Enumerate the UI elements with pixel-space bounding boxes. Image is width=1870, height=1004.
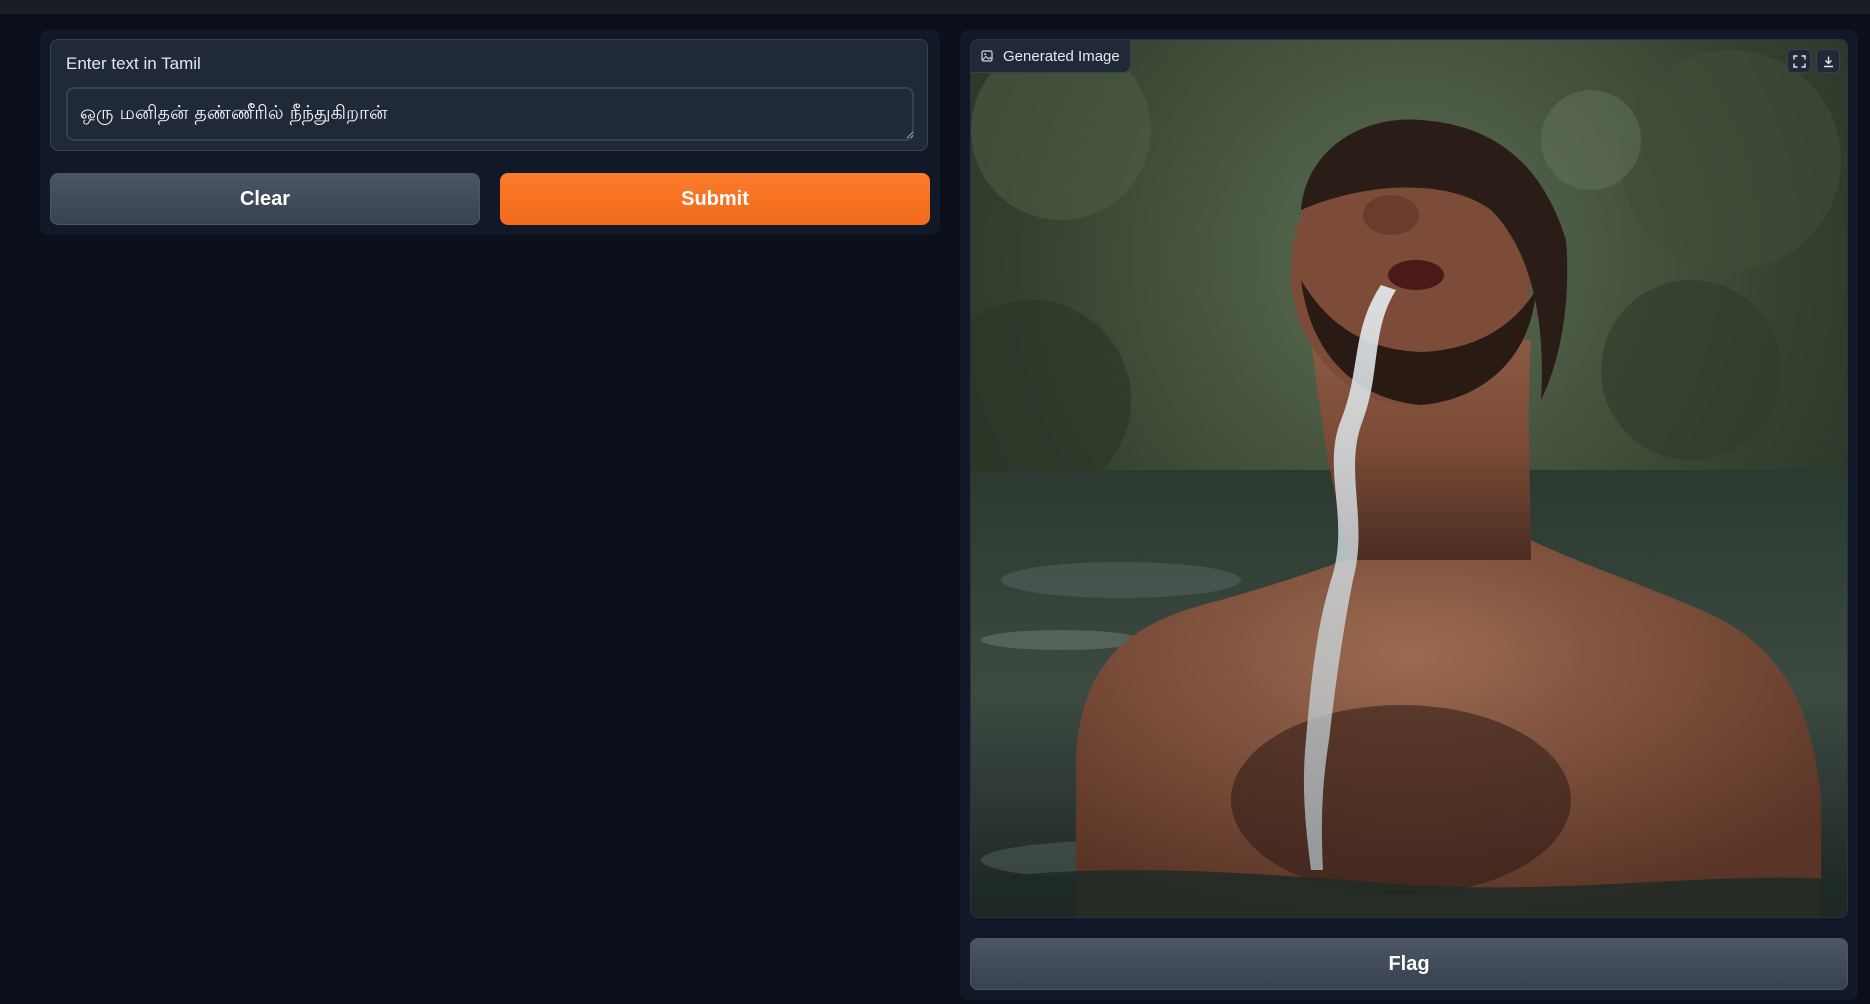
submit-button[interactable]: Submit: [500, 173, 930, 225]
image-icon: [981, 50, 993, 62]
generated-image-label-text: Generated Image: [1003, 47, 1120, 65]
fullscreen-icon: [1792, 54, 1806, 68]
tamil-text-input[interactable]: ஒரு மனிதன் தண்ணீரில் நீந்துகிறான்: [66, 87, 914, 141]
clear-button[interactable]: Clear: [50, 173, 480, 225]
input-panel: Enter text in Tamil ஒரு மனிதன் தண்ணீரில்…: [40, 30, 940, 235]
generated-image-frame: Generated Image: [970, 39, 1848, 918]
text-input-block: Enter text in Tamil ஒரு மனிதன் தண்ணீரில்…: [50, 39, 928, 151]
input-label: Enter text in Tamil: [66, 54, 201, 73]
flag-button[interactable]: Flag: [970, 938, 1848, 990]
generated-image-label: Generated Image: [971, 40, 1131, 73]
output-panel: Generated Image Flag: [960, 30, 1858, 1000]
top-bar: [0, 0, 1870, 14]
download-button[interactable]: [1816, 49, 1840, 73]
generated-photo: [971, 40, 1847, 917]
resize-handle-icon[interactable]: [906, 131, 914, 139]
fullscreen-button[interactable]: [1787, 49, 1811, 73]
download-icon: [1823, 56, 1833, 67]
